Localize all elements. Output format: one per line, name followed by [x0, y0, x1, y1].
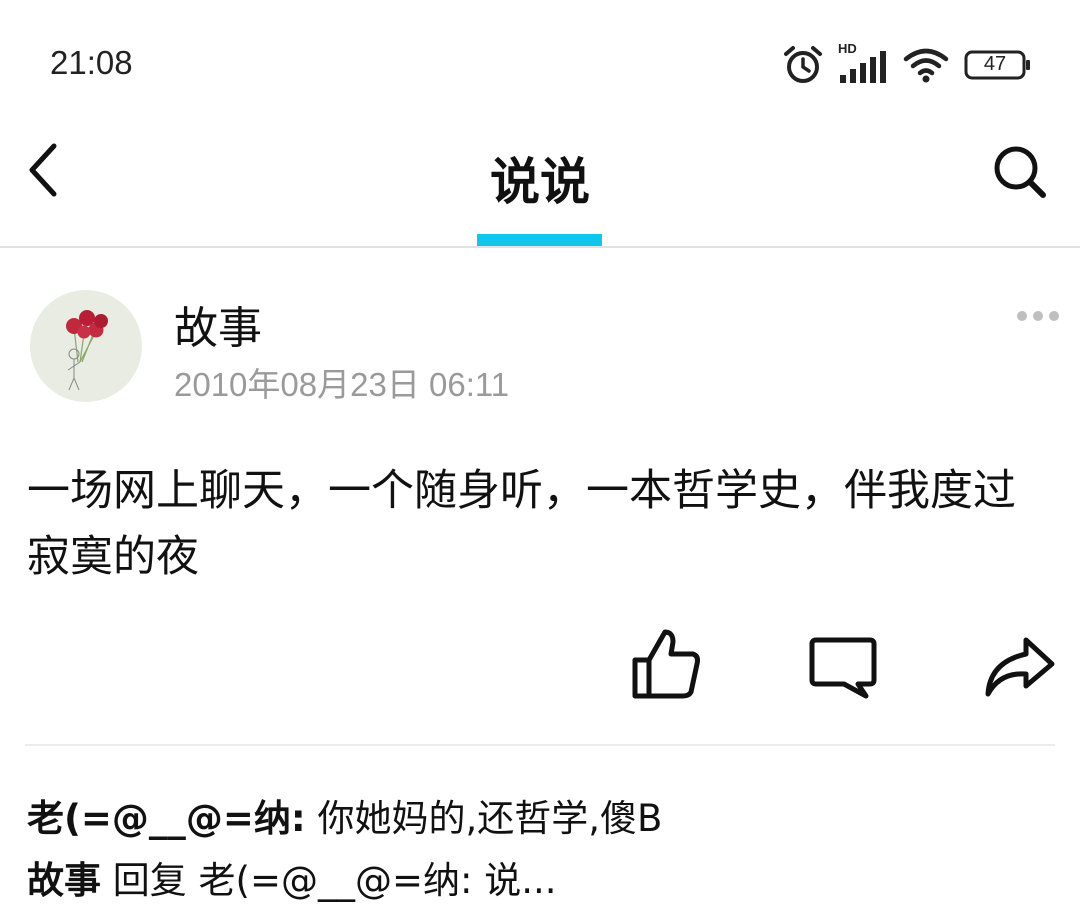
wifi-icon	[902, 45, 950, 85]
status-bar: 21:08 HD 47	[0, 0, 1080, 120]
battery-level: 47	[983, 53, 1007, 75]
comment-text: 你她妈的,还哲学,傻B	[305, 797, 663, 840]
battery-icon: 47	[964, 49, 1032, 81]
thumbs-up-icon	[632, 629, 700, 699]
comment-author[interactable]: 老(=@__@=纳	[27, 797, 291, 840]
search-icon	[994, 146, 1046, 198]
more-options-button[interactable]	[1016, 306, 1060, 326]
page-title: 说说	[490, 153, 590, 211]
balloon-avatar-image	[30, 290, 142, 402]
post-date: 2010年08月23日 06:11	[174, 366, 510, 403]
signal-icon: HD	[838, 41, 888, 87]
alarm-icon	[782, 44, 824, 86]
avatar[interactable]	[30, 290, 142, 402]
post-header: 故事 2010年08月23日 06:11	[0, 250, 1080, 420]
active-tab-indicator	[477, 234, 602, 246]
post-author[interactable]: 故事	[174, 292, 262, 356]
comment-button[interactable]	[808, 636, 878, 700]
more-dots-icon	[1017, 311, 1059, 321]
comment-item[interactable]: 故事 回复 老(=@__@=纳: 说...	[27, 850, 556, 904]
share-icon	[985, 637, 1055, 697]
nav-bar: 说说	[0, 120, 1080, 248]
status-icons: HD 47	[782, 41, 1032, 88]
like-button[interactable]	[631, 626, 703, 700]
status-time: 21:08	[50, 44, 133, 81]
comment-text: 老(=@__@=纳: 说...	[186, 859, 557, 902]
share-button[interactable]	[984, 634, 1056, 700]
comment-author[interactable]: 故事	[27, 859, 101, 902]
comment-separator: :	[290, 797, 306, 840]
post-action-bar	[0, 620, 1080, 710]
comment-icon	[809, 637, 877, 699]
comment-item[interactable]: 老(=@__@=纳: 你她妈的,还哲学,傻B	[27, 788, 662, 842]
divider	[25, 744, 1055, 746]
comment-reply-label: 回复	[112, 859, 187, 902]
search-button[interactable]	[990, 142, 1050, 202]
post-content: 一场网上聊天，一个随身听，一本哲学史，伴我度过寂寞的夜	[27, 466, 1016, 582]
